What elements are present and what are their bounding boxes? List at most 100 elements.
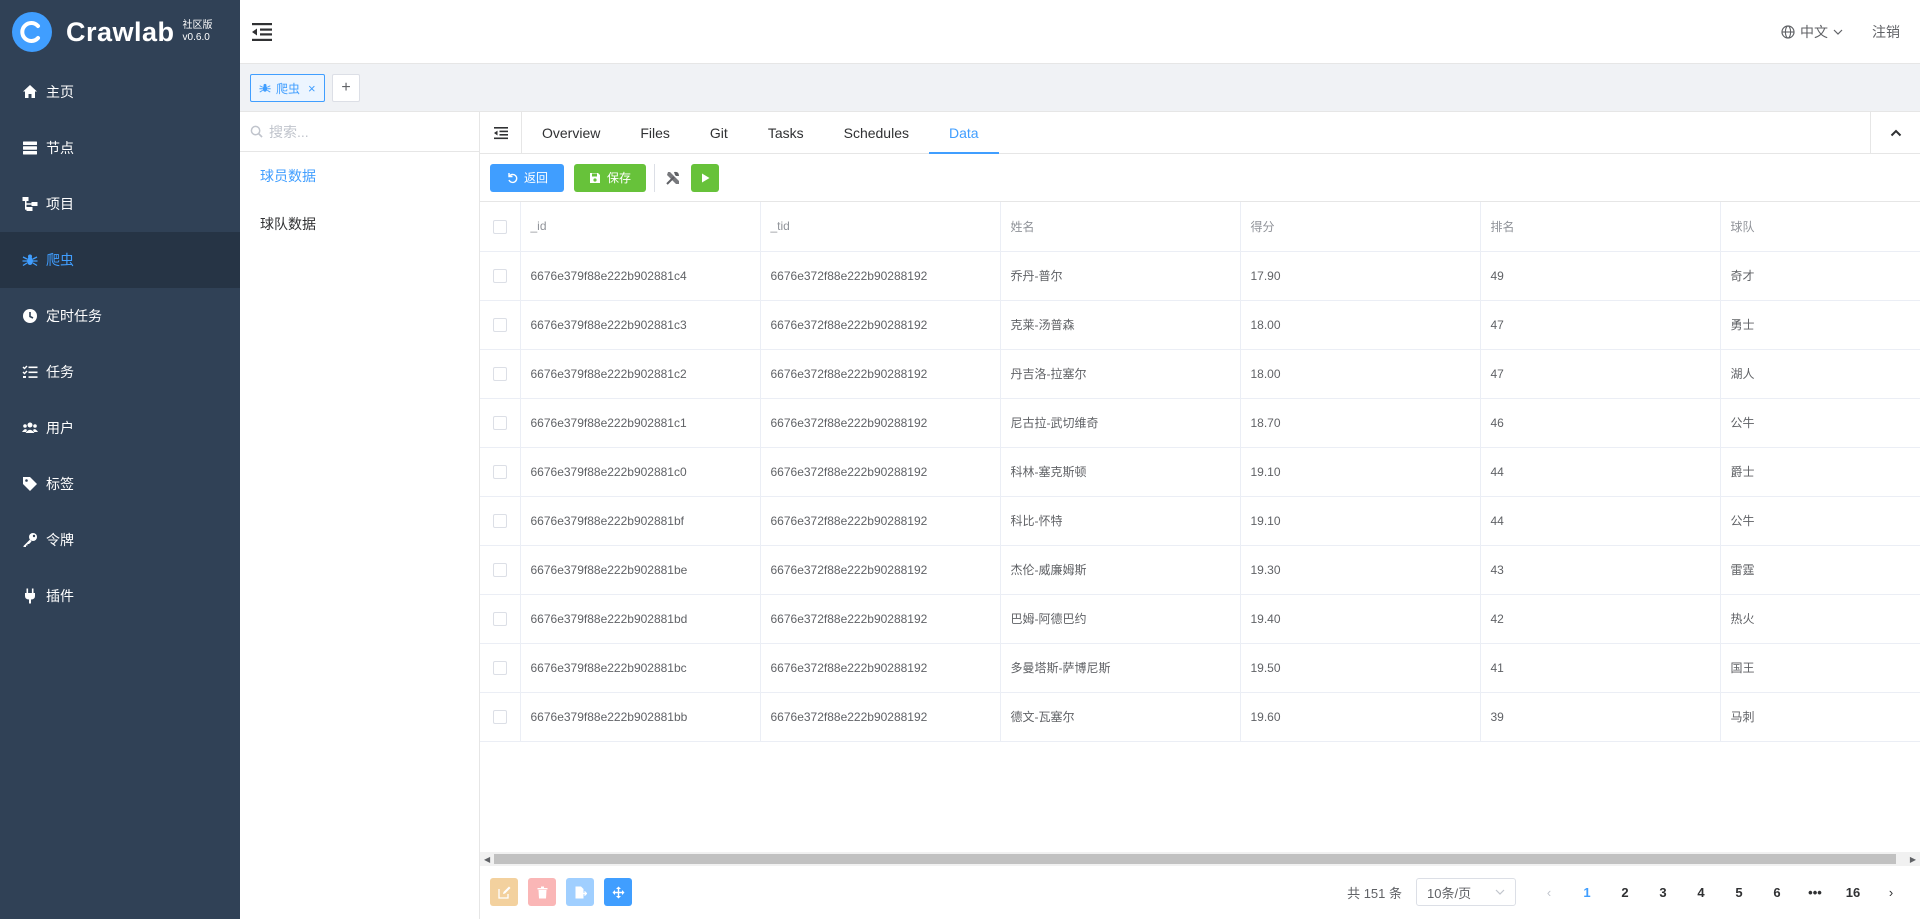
table-cell[interactable]: 19.10	[1240, 496, 1481, 546]
table-cell[interactable]: 6676e372f88e222b90288192	[760, 349, 1001, 399]
table-row[interactable]: 6676e379f88e222b902881c2 6676e372f88e222b…	[480, 349, 1920, 399]
next-page-icon[interactable]: ›	[1872, 885, 1910, 900]
prev-page-icon[interactable]: ‹	[1530, 885, 1568, 900]
language-switcher[interactable]: 中文	[1781, 22, 1848, 42]
table-cell[interactable]: 丹吉洛-拉塞尔	[1000, 349, 1241, 399]
sidebar-item-spiders[interactable]: 爬虫	[0, 232, 240, 288]
page-tab-spiders[interactable]: 爬虫 ×	[250, 74, 325, 102]
table-cell[interactable]: 杰伦-威廉姆斯	[1000, 545, 1241, 595]
table-row[interactable]: 6676e379f88e222b902881be 6676e372f88e222b…	[480, 545, 1920, 595]
add-tab-button[interactable]: +	[332, 74, 360, 102]
table-cell[interactable]: 19.50	[1240, 643, 1481, 693]
table-cell[interactable]: 公牛	[1720, 496, 1920, 546]
scroll-left-icon[interactable]: ◀	[484, 855, 490, 864]
scrollbar-thumb[interactable]	[494, 854, 1896, 864]
table-cell[interactable]: 6676e372f88e222b90288192	[760, 692, 1001, 742]
table-cell[interactable]: 巴姆-阿德巴约	[1000, 594, 1241, 644]
table-cell[interactable]: 6676e372f88e222b90288192	[760, 496, 1001, 546]
page-number[interactable]: 5	[1720, 885, 1758, 900]
column-header[interactable]: 球队	[1720, 202, 1920, 252]
row-checkbox[interactable]	[480, 643, 521, 693]
table-cell[interactable]: 6676e379f88e222b902881c1	[520, 398, 761, 448]
select-all-checkbox[interactable]	[480, 202, 521, 252]
table-cell[interactable]: 湖人	[1720, 349, 1920, 399]
table-row[interactable]: 6676e379f88e222b902881c1 6676e372f88e222b…	[480, 398, 1920, 448]
table-cell[interactable]: 6676e379f88e222b902881c2	[520, 349, 761, 399]
table-cell[interactable]: 爵士	[1720, 447, 1920, 497]
table-cell[interactable]: 44	[1480, 496, 1721, 546]
table-cell[interactable]: 热火	[1720, 594, 1920, 644]
table-row[interactable]: 6676e379f88e222b902881c3 6676e372f88e222b…	[480, 300, 1920, 350]
collection-item[interactable]: 球队数据	[240, 200, 479, 248]
column-header[interactable]: 姓名	[1000, 202, 1241, 252]
table-cell[interactable]: 6676e372f88e222b90288192	[760, 251, 1001, 301]
table-cell[interactable]: 18.70	[1240, 398, 1481, 448]
scroll-right-icon[interactable]: ▶	[1910, 855, 1916, 864]
table-cell[interactable]: 6676e379f88e222b902881c0	[520, 447, 761, 497]
table-cell[interactable]: 国王	[1720, 643, 1920, 693]
table-cell[interactable]: 尼古拉-武切维奇	[1000, 398, 1241, 448]
tools-icon[interactable]	[663, 168, 683, 188]
table-row[interactable]: 6676e379f88e222b902881bb 6676e372f88e222b…	[480, 692, 1920, 742]
table-cell[interactable]: 多曼塔斯-萨博尼斯	[1000, 643, 1241, 693]
row-checkbox[interactable]	[480, 300, 521, 350]
row-checkbox[interactable]	[480, 349, 521, 399]
table-cell[interactable]: 17.90	[1240, 251, 1481, 301]
table-cell[interactable]: 克莱-汤普森	[1000, 300, 1241, 350]
tab-overview[interactable]: Overview	[522, 112, 620, 153]
logo[interactable]: Crawlab 社区版 v0.6.0	[0, 0, 240, 64]
table-cell[interactable]: 47	[1480, 300, 1721, 350]
tab-data[interactable]: Data	[929, 112, 999, 154]
sidebar-item-home[interactable]: 主页	[0, 64, 240, 120]
sidebar-toggle-icon[interactable]	[250, 20, 274, 44]
table-cell[interactable]: 勇士	[1720, 300, 1920, 350]
sidebar-collapse-icon[interactable]	[480, 112, 522, 153]
column-header[interactable]: 得分	[1240, 202, 1481, 252]
row-checkbox[interactable]	[480, 251, 521, 301]
table-row[interactable]: 6676e379f88e222b902881bc 6676e372f88e222b…	[480, 643, 1920, 693]
table-cell[interactable]: 46	[1480, 398, 1721, 448]
table-cell[interactable]: 43	[1480, 545, 1721, 595]
table-cell[interactable]: 49	[1480, 251, 1721, 301]
tab-schedules[interactable]: Schedules	[824, 112, 929, 153]
table-cell[interactable]: 19.10	[1240, 447, 1481, 497]
table-cell[interactable]: 42	[1480, 594, 1721, 644]
table-cell[interactable]: 39	[1480, 692, 1721, 742]
sidebar-item-nodes[interactable]: 节点	[0, 120, 240, 176]
tab-tasks[interactable]: Tasks	[748, 112, 824, 153]
table-row[interactable]: 6676e379f88e222b902881bf 6676e372f88e222b…	[480, 496, 1920, 546]
table-row[interactable]: 6676e379f88e222b902881c4 6676e372f88e222b…	[480, 251, 1920, 301]
table-cell[interactable]: 6676e372f88e222b90288192	[760, 594, 1001, 644]
tab-git[interactable]: Git	[690, 112, 748, 153]
collection-item[interactable]: 球员数据	[240, 152, 479, 200]
page-number[interactable]: 6	[1758, 885, 1796, 900]
table-cell[interactable]: 47	[1480, 349, 1721, 399]
table-cell[interactable]: 41	[1480, 643, 1721, 693]
page-number[interactable]: 2	[1606, 885, 1644, 900]
run-button[interactable]	[691, 163, 719, 192]
table-cell[interactable]: 6676e372f88e222b90288192	[760, 545, 1001, 595]
sidebar-item-tasks[interactable]: 任务	[0, 344, 240, 400]
horizontal-scrollbar[interactable]: ◀ ▶	[480, 852, 1920, 866]
table-cell[interactable]: 18.00	[1240, 349, 1481, 399]
sidebar-item-tags[interactable]: 标签	[0, 456, 240, 512]
search-input[interactable]	[269, 123, 449, 140]
table-row[interactable]: 6676e379f88e222b902881c0 6676e372f88e222b…	[480, 447, 1920, 497]
close-icon[interactable]: ×	[308, 81, 316, 96]
table-cell[interactable]: 奇才	[1720, 251, 1920, 301]
table-cell[interactable]: 6676e372f88e222b90288192	[760, 643, 1001, 693]
row-checkbox[interactable]	[480, 496, 521, 546]
tab-files[interactable]: Files	[620, 112, 690, 153]
table-cell[interactable]: 44	[1480, 447, 1721, 497]
column-header[interactable]: _tid	[760, 202, 1001, 252]
table-cell[interactable]: 科比-怀特	[1000, 496, 1241, 546]
table-cell[interactable]: 6676e372f88e222b90288192	[760, 300, 1001, 350]
table-cell[interactable]: 6676e379f88e222b902881bb	[520, 692, 761, 742]
delete-button[interactable]	[528, 878, 556, 906]
logout-link[interactable]: 注销	[1872, 22, 1900, 42]
sidebar-item-plugins[interactable]: 插件	[0, 568, 240, 624]
page-ellipsis[interactable]: •••	[1796, 885, 1834, 900]
table-cell[interactable]: 19.60	[1240, 692, 1481, 742]
sidebar-item-projects[interactable]: 项目	[0, 176, 240, 232]
table-cell[interactable]: 6676e379f88e222b902881c3	[520, 300, 761, 350]
